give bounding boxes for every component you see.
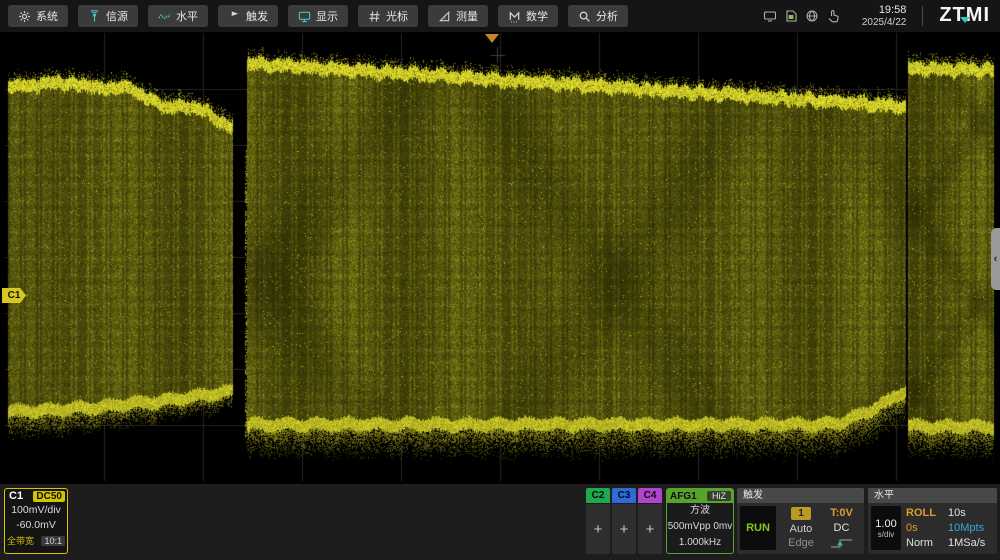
topbar-right-cluster: 19:58 2025/4/22 ZTMI (763, 4, 992, 28)
waveform-canvas (5, 33, 995, 481)
channel4-label[interactable]: C4 (638, 488, 662, 503)
status-icons (763, 9, 840, 23)
trigger-type[interactable]: Edge (788, 537, 814, 549)
channel1-info-box[interactable]: C1 DC50 100mV/div -60.0mV 全带宽 10:1 (4, 488, 68, 554)
menu-measure-button[interactable]: 测量 (428, 5, 488, 27)
gear-icon (18, 10, 31, 23)
clock-date: 2025/4/22 (862, 17, 907, 29)
menu-trigger-button[interactable]: 触发 (218, 5, 278, 27)
waveform-display-area: C1 ‹ (0, 32, 1000, 484)
menu-label: 显示 (316, 8, 338, 24)
trigger-right-column: T:0V DC (822, 506, 861, 550)
afg-name: AFG1 (667, 491, 697, 502)
brand-logo: ZTMI (939, 4, 992, 27)
sample-rate: 1MSa/s (948, 537, 994, 549)
trigger-panel[interactable]: 触发 RUN 1 Auto Edge T:0V DC (737, 488, 864, 554)
menu-source-button[interactable]: 信源 (78, 5, 138, 27)
channel2-label[interactable]: C2 (586, 488, 610, 503)
afg-frequency: 1.000kHz (667, 535, 733, 551)
bottom-status-bar: C1 DC50 100mV/div -60.0mV 全带宽 10:1 C2 + … (0, 484, 1000, 560)
timebase-scale-box[interactable]: 1.00 s/div (871, 506, 901, 550)
afg-wave-type: 方波 (667, 503, 733, 519)
network-icon[interactable] (805, 9, 819, 23)
horizontal-panel-title: 水平 (868, 488, 997, 503)
oscilloscope-app: 系统 信源 水平 触发 显示 光标 测量 数学 (0, 0, 1000, 560)
trigger-panel-body: RUN 1 Auto Edge T:0V DC (737, 503, 864, 550)
timebase-unit: s/div (878, 530, 894, 539)
menu-label: 水平 (176, 8, 198, 24)
channel2-box[interactable]: C2 + (586, 488, 610, 554)
horizontal-mid-column: ROLL 0s Norm (906, 506, 948, 550)
channel1-header: C1 DC50 (5, 489, 67, 503)
channel1-coupling-badge[interactable]: DC50 (33, 491, 65, 502)
trigger-level[interactable]: T:0V (830, 507, 853, 519)
trigger-flag-icon (228, 10, 241, 23)
side-panel-handle[interactable]: ‹ (991, 228, 1000, 290)
menu-cursor-button[interactable]: 光标 (358, 5, 418, 27)
menu-label: 数学 (526, 8, 548, 24)
top-menu-bar: 系统 信源 水平 触发 显示 光标 测量 数学 (0, 0, 1000, 32)
menu-label: 触发 (246, 8, 268, 24)
channel3-add-button[interactable]: + (612, 504, 636, 554)
menu-label: 信源 (106, 8, 128, 24)
memory-depth: 10Mpts (948, 522, 994, 534)
display-icon (298, 10, 311, 23)
acquire-type[interactable]: Norm (906, 537, 948, 549)
clock-time: 19:58 (862, 4, 907, 17)
menu-display-button[interactable]: 显示 (288, 5, 348, 27)
menu-math-button[interactable]: 数学 (498, 5, 558, 27)
wave-icon (158, 10, 171, 23)
channel1-offset: -60.0mV (5, 518, 67, 533)
menu-label: 系统 (36, 8, 58, 24)
chevron-left-icon: ‹ (994, 253, 998, 265)
magnifier-icon (578, 10, 591, 23)
afg-panel[interactable]: AFG1 HiZ 方波 500mVpp 0mv 1.000kHz (666, 488, 734, 554)
trigger-panel-title: 触发 (737, 488, 864, 503)
horizontal-panel[interactable]: 水平 1.00 s/div ROLL 0s Norm 10s 10Mpts 1M… (868, 488, 997, 554)
menu-label: 光标 (386, 8, 408, 24)
trigger-mid-column: 1 Auto Edge (780, 506, 822, 550)
menu-horizontal-button[interactable]: 水平 (148, 5, 208, 27)
measure-icon (438, 10, 451, 23)
menu-label: 测量 (456, 8, 478, 24)
math-icon (508, 10, 521, 23)
menu-system-button[interactable]: 系统 (8, 5, 68, 27)
afg-amplitude: 500mVpp 0mv (667, 519, 733, 535)
trigger-position-marker[interactable] (485, 34, 499, 43)
rising-edge-icon[interactable] (830, 537, 854, 549)
run-state-button[interactable]: RUN (740, 506, 776, 550)
channel3-box[interactable]: C3 + (612, 488, 636, 554)
channel1-name: C1 (9, 490, 23, 502)
horizontal-panel-body: 1.00 s/div ROLL 0s Norm 10s 10Mpts 1MSa/… (868, 503, 997, 550)
touch-icon[interactable] (826, 9, 840, 23)
channel1-footer: 全带宽 10:1 (5, 534, 67, 547)
topbar-divider (922, 6, 923, 26)
time-window: 10s (948, 507, 994, 519)
trigger-coupling[interactable]: DC (834, 522, 850, 534)
trigger-mode[interactable]: Auto (790, 523, 813, 535)
clock: 19:58 2025/4/22 (862, 4, 907, 28)
channel4-box[interactable]: C4 + (638, 488, 662, 554)
cursor-hash-icon (368, 10, 381, 23)
timebase-scale: 1.00 (875, 518, 896, 530)
afg-header: AFG1 HiZ (667, 489, 733, 503)
channel1-scale: 100mV/div (5, 503, 67, 518)
menu-analysis-button[interactable]: 分析 (568, 5, 628, 27)
acquisition-mode[interactable]: ROLL (906, 507, 948, 519)
screen-icon[interactable] (763, 9, 777, 23)
channel2-add-button[interactable]: + (586, 504, 610, 554)
sd-card-icon[interactable] (784, 9, 798, 23)
trigger-source-badge[interactable]: 1 (791, 507, 811, 520)
channel1-bandwidth: 全带宽 (7, 534, 34, 547)
menu-label: 分析 (596, 8, 618, 24)
channel4-add-button[interactable]: + (638, 504, 662, 554)
antenna-icon (88, 10, 101, 23)
afg-impedance-badge[interactable]: HiZ (707, 491, 731, 501)
logo-accent-triangle (960, 17, 970, 23)
horizontal-right-column: 10s 10Mpts 1MSa/s (948, 506, 994, 550)
channel3-label[interactable]: C3 (612, 488, 636, 503)
horizontal-delay[interactable]: 0s (906, 522, 948, 534)
channel1-probe-ratio: 10:1 (41, 536, 65, 546)
